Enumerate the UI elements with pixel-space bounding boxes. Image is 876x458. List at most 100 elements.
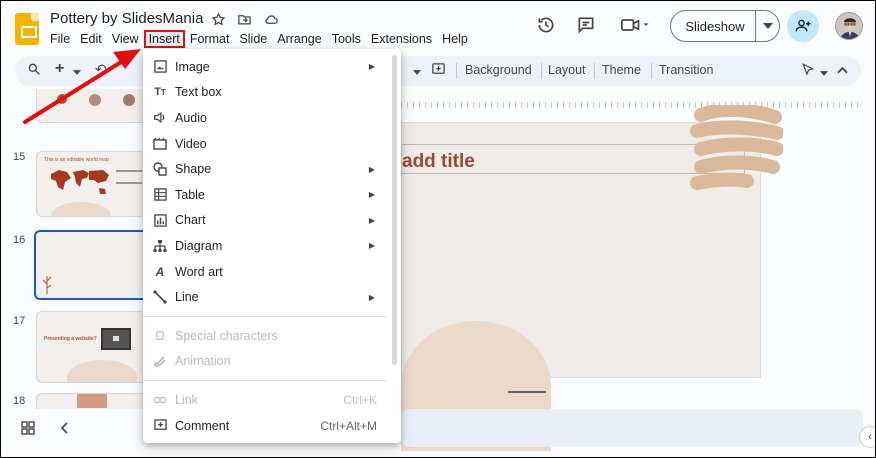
slide-thumbnail-selected[interactable] <box>34 230 151 300</box>
undo-icon[interactable]: ↶ <box>95 61 107 78</box>
submenu-arrow-icon: ▶ <box>368 62 375 72</box>
slide-thumbnail-title: This is an editable world map <box>44 157 109 163</box>
menu-item-shortcut: Ctrl+K <box>343 392 377 407</box>
menu-bar: File Edit View Insert Format Slide Arrange Tool… <box>45 29 473 49</box>
menu-item-chart[interactable]: Chart ▶ <box>143 208 401 234</box>
menu-format[interactable]: Format <box>185 30 235 48</box>
collapse-toolbar-icon[interactable] <box>837 63 848 77</box>
submenu-arrow-icon: ▶ <box>368 241 375 251</box>
slideshow-label: Slideshow <box>685 18 745 34</box>
slide-title-placeholder[interactable]: add title <box>402 151 475 173</box>
menu-item-table[interactable]: Table ▶ <box>143 182 401 208</box>
slides-logo-icon[interactable] <box>15 13 39 45</box>
submenu-arrow-icon: ▶ <box>368 292 375 302</box>
insert-menu: Image ▶ TT Text box Audio Video Shape ▶ Table ▶ Ch… <box>143 49 401 443</box>
speaker-notes-bar[interactable] <box>401 409 863 447</box>
account-icon[interactable] <box>835 12 863 40</box>
menu-insert[interactable]: Insert <box>143 30 185 48</box>
share-icon[interactable] <box>787 10 819 42</box>
menu-item-image[interactable]: Image ▶ <box>143 54 401 80</box>
menu-item-text-box[interactable]: TT Text box <box>143 80 401 106</box>
border-dash-dropdown-icon[interactable] <box>413 64 421 78</box>
filmstrip: 15 This is an editable world map 16 17 P… <box>1 89 151 409</box>
menu-item-label: Word art <box>175 264 223 279</box>
cloud-status-icon[interactable] <box>262 11 279 28</box>
text-line <box>116 170 142 172</box>
document-title[interactable]: Pottery by SlidesMania <box>50 10 203 27</box>
theme-button[interactable]: Theme <box>602 63 641 77</box>
menu-item-special-characters: Ω Special characters <box>143 323 401 349</box>
filmstrip-controls <box>21 421 69 440</box>
thumbnail-avatar <box>89 94 101 106</box>
menu-item-label: Diagram <box>175 238 223 253</box>
menu-separator <box>143 380 387 382</box>
menu-file[interactable]: File <box>45 30 75 48</box>
toolbar: + ↶ Background Layout Theme Transition <box>15 56 861 86</box>
toolbar-divider <box>456 63 457 79</box>
menu-item-audio[interactable]: Audio <box>143 105 401 131</box>
menu-item-label: Image <box>175 59 210 74</box>
text-line <box>116 182 142 184</box>
side-panel-expand-icon[interactable]: ‹ <box>859 426 875 448</box>
menu-item-link: Link Ctrl+K <box>143 387 401 413</box>
slide-number: 18 <box>13 395 26 407</box>
video-call-icon[interactable] <box>616 11 656 39</box>
menu-scrollbar[interactable] <box>392 55 397 365</box>
menu-tools[interactable]: Tools <box>327 30 366 48</box>
menu-item-label: Text box <box>175 85 222 100</box>
title-actions <box>210 11 279 28</box>
menu-item-comment[interactable]: Comment Ctrl+Alt+M <box>143 413 401 439</box>
submenu-arrow-icon: ▶ <box>368 190 375 200</box>
slideshow-dropdown-icon[interactable] <box>755 11 779 41</box>
menu-slide[interactable]: Slide <box>234 30 272 48</box>
slide-thumbnail[interactable] <box>36 89 151 123</box>
canvas-scroll-indicator[interactable] <box>508 391 546 393</box>
line-icon <box>153 290 167 304</box>
background-button[interactable]: Background <box>465 63 532 77</box>
chart-icon <box>153 213 167 227</box>
star-icon[interactable] <box>210 11 227 28</box>
menu-item-video[interactable]: Video <box>143 131 401 157</box>
menu-arrange[interactable]: Arrange <box>272 30 326 48</box>
new-slide-dropdown-icon[interactable] <box>73 64 81 78</box>
animation-icon <box>153 354 167 368</box>
slide-thumbnail[interactable] <box>36 393 151 409</box>
menu-item-label: Special characters <box>175 328 278 343</box>
toolbar-divider <box>651 63 652 79</box>
layout-button[interactable]: Layout <box>548 63 586 77</box>
menu-item-label: Animation <box>175 354 231 369</box>
slide-thumbnail[interactable]: This is an editable world map <box>36 151 151 217</box>
new-slide-plus-icon[interactable]: + <box>55 60 64 78</box>
search-menus-icon[interactable] <box>27 62 41 79</box>
video-icon <box>153 137 167 151</box>
menu-help[interactable]: Help <box>437 30 473 48</box>
menu-item-shortcut: Ctrl+Alt+M <box>320 418 377 433</box>
menu-edit[interactable]: Edit <box>75 30 107 48</box>
comment-icon[interactable] <box>572 11 600 39</box>
menu-item-line[interactable]: Line ▶ <box>143 284 401 310</box>
diagram-icon <box>153 239 167 253</box>
decorative-brush-shape <box>690 105 783 190</box>
menu-view[interactable]: View <box>107 30 144 48</box>
history-icon[interactable] <box>532 11 560 39</box>
menu-extensions[interactable]: Extensions <box>366 30 437 48</box>
slide-thumbnail[interactable]: Presenting a website? <box>36 311 151 383</box>
grid-view-icon[interactable] <box>21 421 35 440</box>
menu-item-diagram[interactable]: Diagram ▶ <box>143 233 401 259</box>
monitor-image <box>101 328 131 350</box>
thumbnail-avatar <box>57 94 67 104</box>
add-comment-icon[interactable] <box>431 62 446 80</box>
collapse-filmstrip-icon[interactable] <box>59 421 69 440</box>
decorative-shape <box>51 202 111 216</box>
menu-item-word-art[interactable]: A Word art <box>143 259 401 285</box>
menu-item-label: Link <box>175 392 198 407</box>
menu-item-shape[interactable]: Shape ▶ <box>143 156 401 182</box>
slideshow-button[interactable]: Slideshow <box>670 10 780 42</box>
slide-number: 17 <box>13 315 26 327</box>
text-box-icon: TT <box>154 86 166 99</box>
select-dropdown-icon[interactable] <box>820 65 828 79</box>
move-folder-icon[interactable] <box>236 11 253 28</box>
word-art-icon: A <box>155 264 165 279</box>
select-pointer-icon[interactable] <box>801 62 815 80</box>
transition-button[interactable]: Transition <box>659 63 713 77</box>
